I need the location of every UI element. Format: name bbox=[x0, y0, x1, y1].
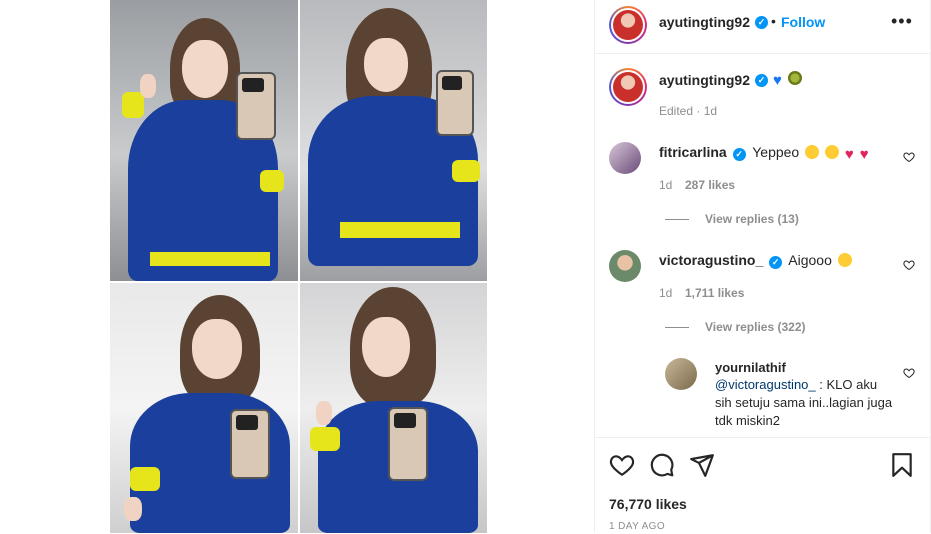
view-replies-button[interactable]: View replies (322) bbox=[665, 320, 806, 334]
more-options-icon[interactable]: ••• bbox=[891, 11, 913, 32]
caption-username[interactable]: ayutingting92 bbox=[659, 72, 750, 88]
reply-like-heart-icon[interactable] bbox=[903, 367, 915, 379]
comment-time: 1d bbox=[659, 178, 673, 192]
follow-button[interactable]: Follow bbox=[781, 14, 825, 30]
comment-likes-count[interactable]: 287 likes bbox=[685, 178, 735, 192]
comment-username[interactable]: victoragustino_ bbox=[659, 252, 763, 268]
comment-likes-count[interactable]: 1,711 likes bbox=[685, 286, 744, 300]
red-heart-emoji-icon: ♥ bbox=[859, 146, 869, 163]
photo-bottom-right bbox=[300, 283, 487, 533]
kiwi-emoji-icon bbox=[788, 71, 803, 85]
star-struck-emoji-icon bbox=[805, 145, 820, 159]
post-header: ayutingting92 ✓ • Follow ••• bbox=[595, 0, 930, 54]
replies-line bbox=[665, 327, 689, 329]
reply-avatar[interactable] bbox=[665, 358, 697, 390]
comment-item: fitricarlina ✓ Yeppeo ♥ ♥ bbox=[659, 144, 869, 163]
view-replies-label[interactable]: View replies (322) bbox=[705, 320, 806, 334]
verified-badge-icon: ✓ bbox=[755, 74, 768, 87]
comment-icon[interactable] bbox=[649, 452, 675, 478]
verified-badge-icon: ✓ bbox=[769, 256, 783, 269]
view-replies-button[interactable]: View replies (13) bbox=[665, 212, 799, 226]
comment-like-heart-icon[interactable] bbox=[903, 259, 915, 271]
comment-likes[interactable]: 287 likes bbox=[685, 178, 735, 192]
red-heart-emoji-icon: ♥ bbox=[844, 146, 854, 163]
post-time: 1 DAY AGO bbox=[609, 521, 666, 532]
comment-likes[interactable]: 1,711 likes bbox=[685, 286, 744, 300]
photo-bottom-left bbox=[110, 283, 298, 533]
caption-emojis: ♥ bbox=[771, 70, 803, 89]
likes-count[interactable]: 76,770 likes bbox=[609, 496, 687, 512]
comment-avatar[interactable] bbox=[609, 142, 641, 174]
verified-badge-icon: ✓ bbox=[755, 16, 768, 29]
photo-top-right bbox=[300, 0, 487, 281]
star-struck-emoji-icon bbox=[825, 145, 839, 159]
comment-item: victoragustino_ ✓ Aigooo bbox=[659, 252, 852, 269]
reply-mention-link[interactable]: @victoragustino_ bbox=[715, 377, 816, 392]
post-side-panel: ayutingting92 ✓ • Follow ••• ayutingting… bbox=[594, 0, 931, 533]
comment-username[interactable]: fitricarlina bbox=[659, 144, 727, 160]
post-photo-collage[interactable] bbox=[110, 0, 487, 533]
yum-emoji-icon bbox=[837, 253, 852, 267]
comment-text: Yeppeo bbox=[752, 144, 800, 160]
caption-edited-time: Edited · 1d bbox=[659, 104, 718, 118]
comment-time: 1d bbox=[659, 286, 673, 300]
author-username[interactable]: ayutingting92 bbox=[659, 14, 750, 30]
action-bar: 76,770 likes 1 DAY AGO bbox=[595, 437, 930, 534]
comment-like-heart-icon[interactable] bbox=[903, 151, 915, 163]
photo-top-left bbox=[110, 0, 298, 281]
bookmark-icon[interactable] bbox=[889, 452, 915, 478]
reply-username[interactable]: yournilathif bbox=[715, 360, 786, 375]
heart-icon[interactable] bbox=[609, 452, 635, 478]
comment-text: Aigooo bbox=[788, 252, 832, 268]
comment-avatar[interactable] bbox=[609, 250, 641, 282]
separator-dot: • bbox=[771, 13, 776, 29]
share-icon[interactable] bbox=[689, 452, 715, 478]
replies-line bbox=[665, 219, 689, 221]
author-avatar[interactable] bbox=[609, 6, 647, 44]
verified-badge-icon: ✓ bbox=[732, 148, 746, 161]
view-replies-label[interactable]: View replies (13) bbox=[705, 212, 799, 226]
reply-text: @victoragustino_ : KLO aku sih setuju sa… bbox=[715, 376, 895, 430]
blue-heart-emoji-icon: ♥ bbox=[773, 72, 782, 89]
caption-author-avatar[interactable] bbox=[609, 68, 647, 106]
